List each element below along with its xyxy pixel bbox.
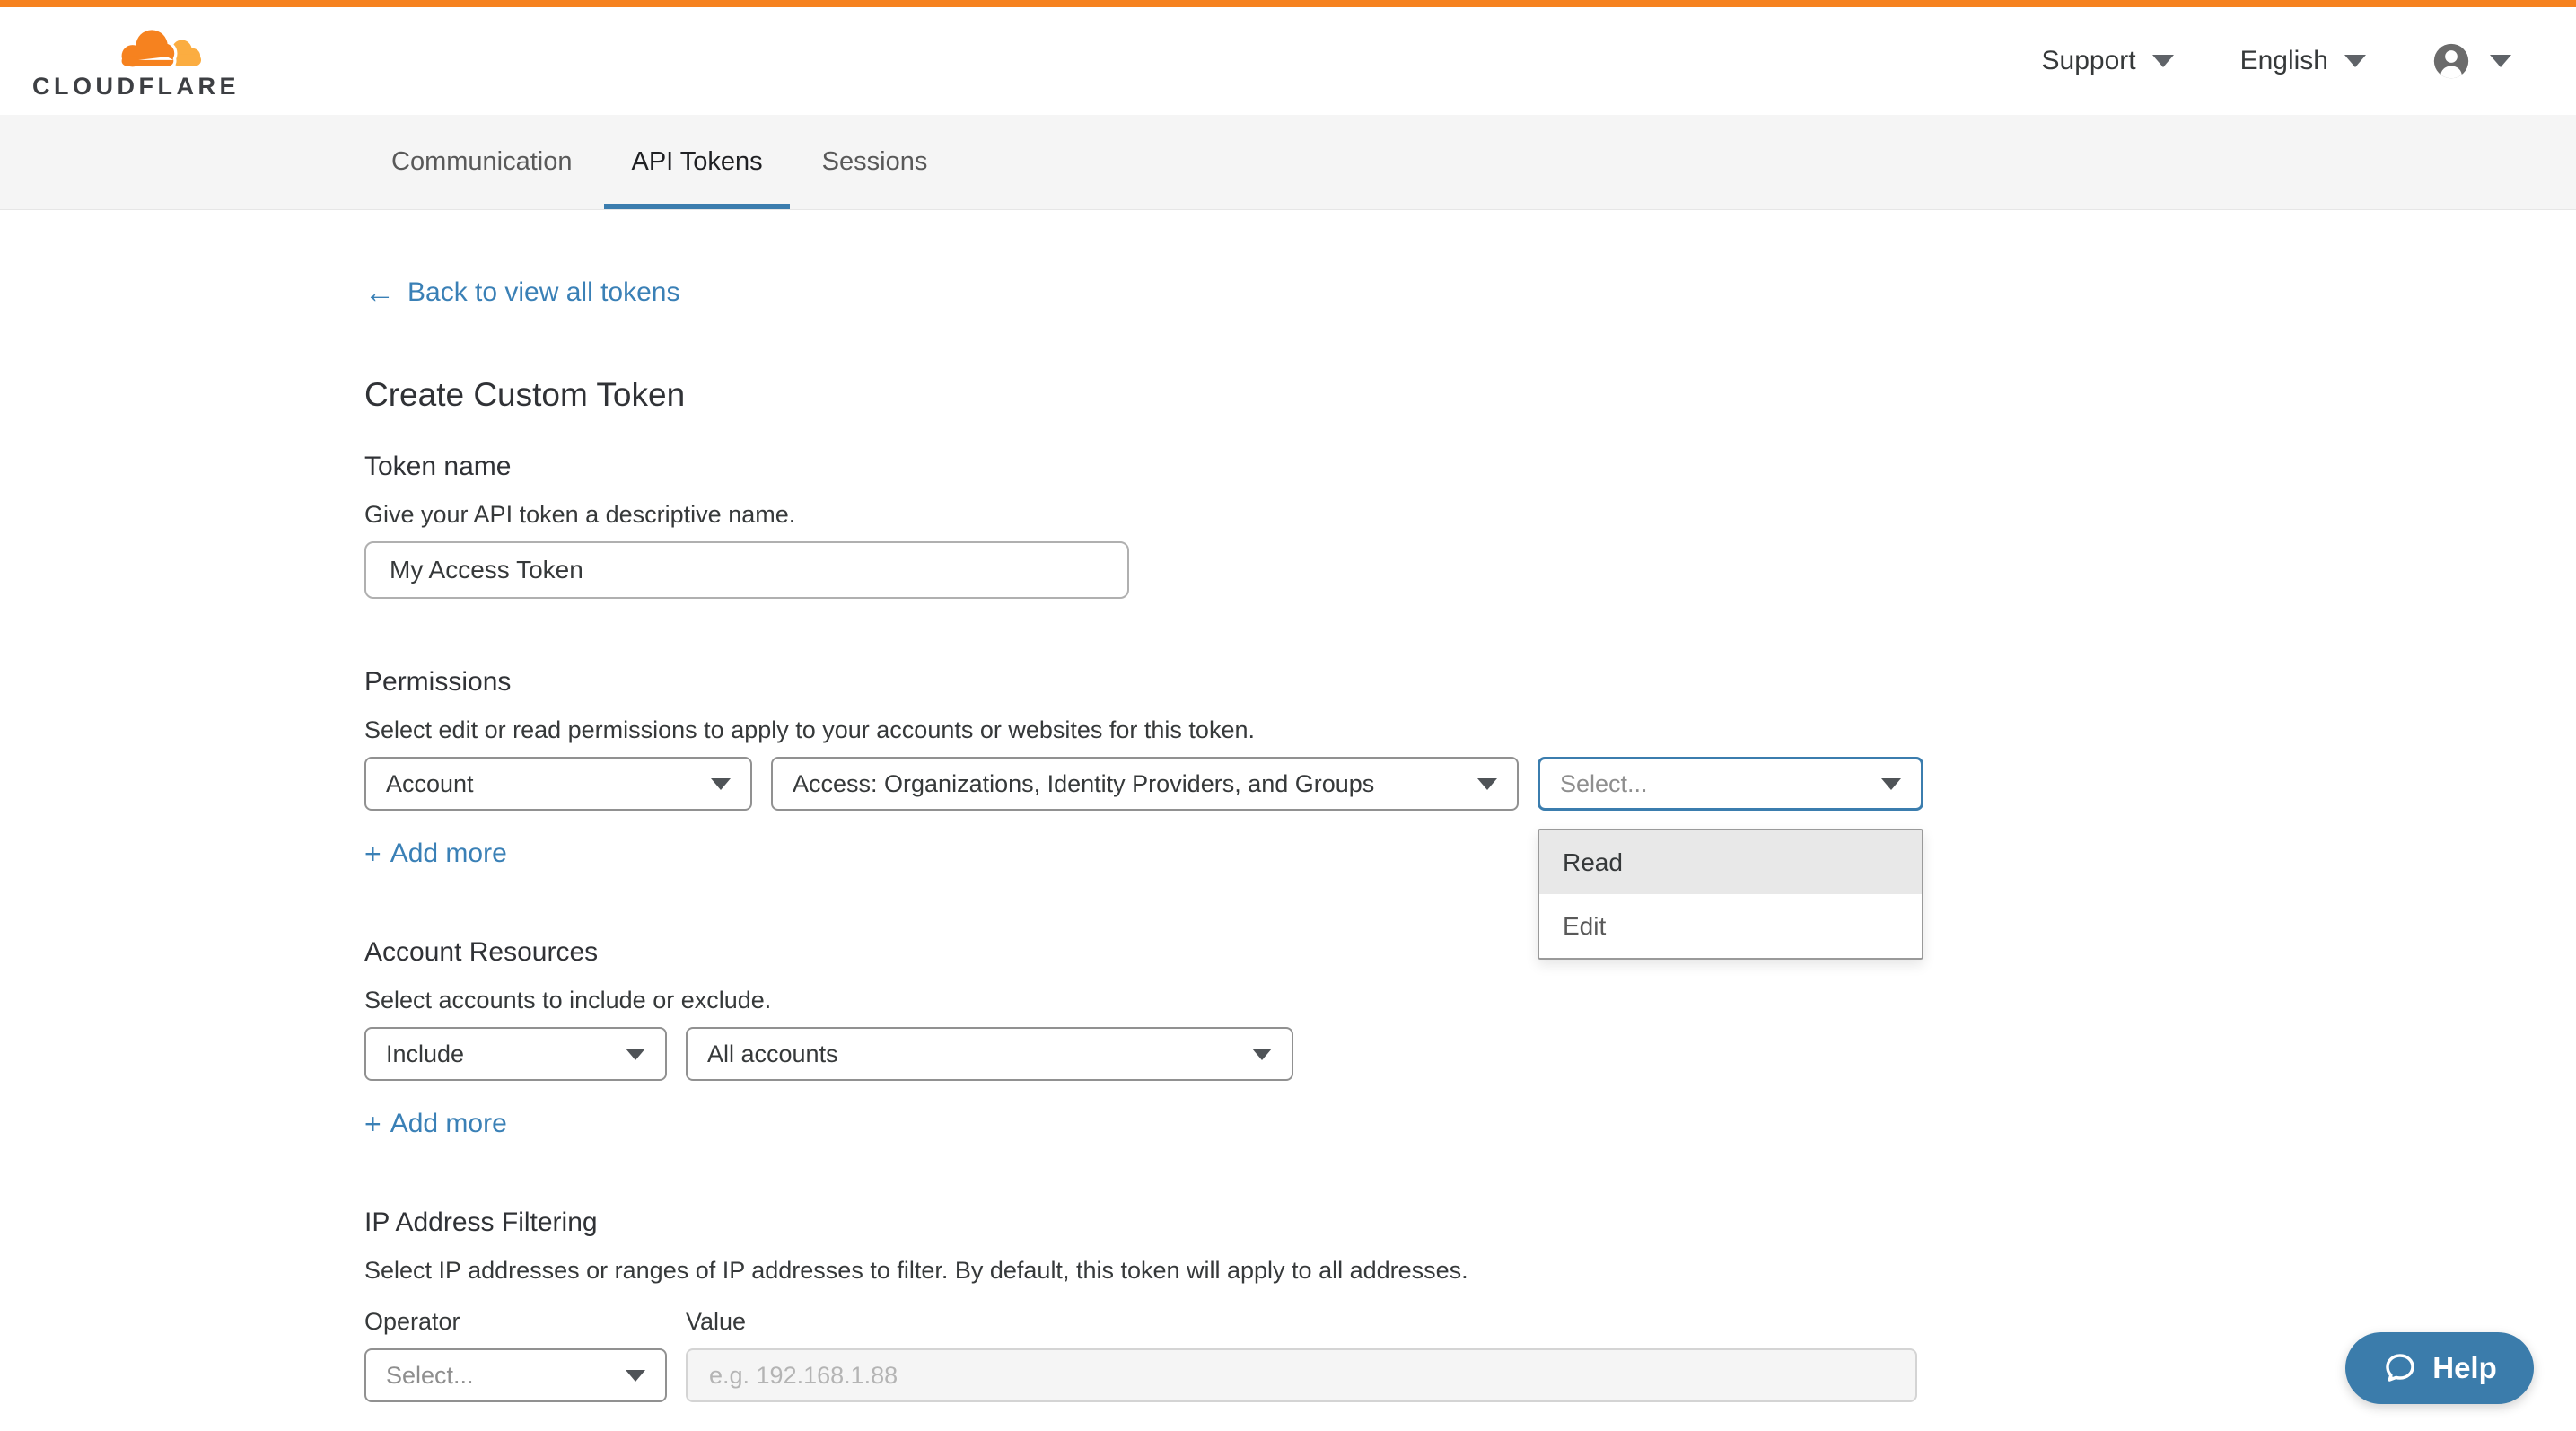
- ip-filter-row: Select...: [364, 1348, 2576, 1402]
- operator-label: Operator: [364, 1308, 686, 1336]
- tab-api-tokens[interactable]: API Tokens: [604, 115, 789, 209]
- permissions-section: Permissions Select edit or read permissi…: [364, 667, 2576, 869]
- chevron-down-icon: [626, 1049, 645, 1060]
- user-avatar-icon: [2432, 42, 2470, 80]
- ip-field-labels: Operator Value: [364, 1308, 2576, 1336]
- plus-icon: +: [364, 839, 381, 868]
- account-resources-row: Include All accounts: [364, 1027, 2576, 1081]
- header: CLOUDFLARE Support English: [0, 7, 2576, 115]
- access-options-menu: Read Edit: [1538, 829, 1923, 960]
- permissions-add-more-link[interactable]: + Add more: [364, 838, 507, 869]
- account-resources-section: Account Resources Select accounts to inc…: [364, 937, 2576, 1139]
- back-arrow-icon: ←: [364, 277, 395, 308]
- language-label: English: [2240, 46, 2328, 76]
- token-name-input[interactable]: [364, 541, 1129, 599]
- help-button[interactable]: Help: [2345, 1332, 2534, 1404]
- chevron-down-icon: [1477, 778, 1497, 790]
- chevron-down-icon: [1881, 778, 1901, 790]
- language-menu[interactable]: English: [2240, 46, 2366, 76]
- permission-resource-select[interactable]: Access: Organizations, Identity Provider…: [771, 757, 1519, 811]
- chevron-down-icon: [2152, 55, 2174, 67]
- ip-filtering-heading: IP Address Filtering: [364, 1207, 2576, 1238]
- page-title: Create Custom Token: [364, 376, 2576, 414]
- account-resources-description: Select accounts to include or exclude.: [364, 987, 2576, 1014]
- cloudflare-cloud-icon: [115, 22, 203, 71]
- chevron-down-icon: [1252, 1049, 1272, 1060]
- chevron-down-icon: [626, 1370, 645, 1382]
- tab-sessions[interactable]: Sessions: [795, 115, 955, 209]
- brand-accent-bar: [0, 0, 2576, 7]
- permission-access-select[interactable]: Select...: [1538, 757, 1923, 811]
- active-tab-underline: [604, 204, 789, 209]
- chat-bubble-icon: [2382, 1350, 2418, 1386]
- chevron-down-icon: [2490, 55, 2511, 67]
- token-name-description: Give your API token a descriptive name.: [364, 501, 2576, 529]
- account-resources-heading: Account Resources: [364, 937, 2576, 968]
- tab-communication[interactable]: Communication: [364, 115, 599, 209]
- permission-access-dropdown: Select... Read Edit: [1538, 757, 1923, 811]
- plus-icon: +: [364, 1110, 381, 1138]
- token-name-heading: Token name: [364, 452, 2576, 482]
- cloudflare-logo[interactable]: CLOUDFLARE: [32, 22, 203, 101]
- chevron-down-icon: [2344, 55, 2366, 67]
- value-label: Value: [686, 1308, 746, 1336]
- support-label: Support: [2042, 46, 2136, 76]
- permissions-heading: Permissions: [364, 667, 2576, 698]
- support-menu[interactable]: Support: [2042, 46, 2174, 76]
- account-resources-add-more-link[interactable]: + Add more: [364, 1109, 507, 1139]
- ip-operator-select[interactable]: Select...: [364, 1348, 667, 1402]
- ip-filtering-section: IP Address Filtering Select IP addresses…: [364, 1207, 2576, 1402]
- help-button-label: Help: [2432, 1351, 2497, 1385]
- chevron-down-icon: [711, 778, 731, 790]
- menu-option-edit[interactable]: Edit: [1539, 894, 1922, 958]
- resource-accounts-select[interactable]: All accounts: [686, 1027, 1293, 1081]
- resource-mode-select[interactable]: Include: [364, 1027, 667, 1081]
- back-link-label: Back to view all tokens: [407, 277, 679, 308]
- profile-tabbar: Communication API Tokens Sessions: [0, 115, 2576, 210]
- permissions-description: Select edit or read permissions to apply…: [364, 716, 2576, 744]
- main-content: ← Back to view all tokens Create Custom …: [0, 210, 2576, 1402]
- ip-value-input[interactable]: [686, 1348, 1917, 1402]
- menu-option-read[interactable]: Read: [1539, 830, 1922, 894]
- permission-scope-select[interactable]: Account: [364, 757, 752, 811]
- permissions-row: Account Access: Organizations, Identity …: [364, 757, 2576, 811]
- back-to-tokens-link[interactable]: ← Back to view all tokens: [364, 277, 679, 308]
- ip-filtering-description: Select IP addresses or ranges of IP addr…: [364, 1257, 2576, 1285]
- account-menu[interactable]: [2432, 42, 2511, 80]
- header-right: Support English: [2042, 42, 2511, 80]
- token-name-section: Token name Give your API token a descrip…: [364, 452, 2576, 599]
- brand-wordmark: CLOUDFLARE: [32, 73, 240, 101]
